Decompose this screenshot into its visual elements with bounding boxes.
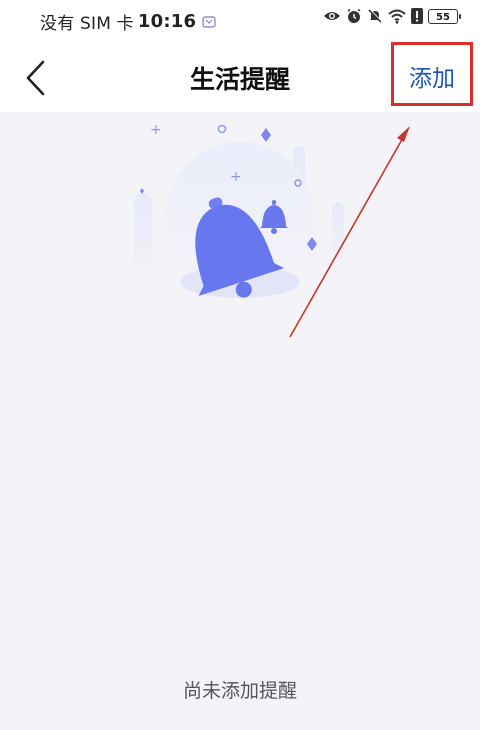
dot-sparkle-icon — [217, 124, 227, 134]
diamond-sparkle-icon — [261, 128, 271, 142]
battery-icon: 55 — [428, 8, 461, 24]
carrier-text: 没有 SIM 卡 — [40, 14, 134, 34]
add-button-label: 添加 — [409, 66, 455, 92]
status-left: 没有 SIM 卡 10:16 — [40, 9, 216, 34]
clock-time: 10:16 — [137, 11, 197, 32]
alert-icon — [411, 8, 423, 24]
pillar-left — [134, 193, 152, 293]
alarm-icon — [347, 8, 361, 23]
pillar-right-short — [332, 202, 344, 272]
status-bar: 没有 SIM 卡 10:16 55 — [0, 0, 480, 38]
mute-icon — [368, 8, 383, 23]
wifi-icon — [388, 9, 406, 24]
empty-state-message: 尚未添加提醒 — [182, 680, 297, 702]
eye-icon — [324, 12, 340, 20]
plus-sparkle-icon: + — [230, 169, 242, 185]
notification-icon — [202, 15, 216, 28]
add-button[interactable]: 添加 — [391, 42, 473, 106]
bell-illustration: + + — [134, 122, 344, 298]
plus-sparkle-icon: + — [150, 122, 162, 138]
status-icons: 55 — [323, 8, 461, 24]
